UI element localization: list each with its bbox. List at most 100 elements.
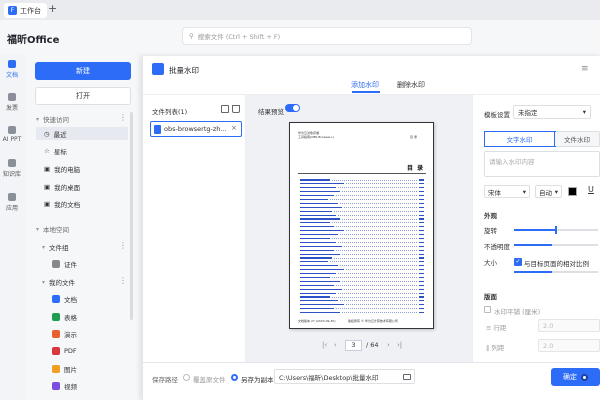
my-files-header[interactable]: ▾ 我的文件 [42, 277, 75, 288]
rail-item-invoice[interactable]: 发票 [0, 93, 24, 112]
watermark-icon [152, 63, 164, 75]
dialog-title: 批量水印 [169, 66, 199, 75]
folder-icon[interactable] [403, 374, 411, 380]
opacity-slider[interactable] [514, 244, 598, 246]
word-icon [52, 295, 60, 303]
sidebar-item-images-type[interactable]: 图片 [52, 364, 77, 374]
clear-list-icon[interactable] [232, 105, 240, 113]
sidebar-item-slides-type[interactable]: 演示 [52, 329, 77, 339]
underline-button[interactable]: U [588, 185, 594, 194]
sidebar-item-my-desktop[interactable]: ▣ 我的桌面 [44, 182, 80, 192]
page-number-input[interactable]: 3 [345, 340, 362, 351]
overwrite-radio[interactable] [183, 374, 190, 381]
preview-toggle[interactable] [285, 104, 300, 112]
more-icon[interactable]: ⋮ [119, 276, 127, 285]
toc-entry [300, 241, 424, 243]
sidebar-item-pdf-type[interactable]: PDF [52, 347, 77, 355]
row-spacing-input[interactable]: 2.0 [538, 319, 600, 332]
sidebar-item-starred[interactable]: ☆ 星标 [44, 146, 67, 156]
toc-entry [300, 265, 424, 267]
computer-icon: ▣ [44, 165, 51, 173]
sidebar-item-docs-type[interactable]: 文档 [52, 294, 77, 304]
brand-title: 福昕Office [7, 35, 60, 46]
tab-label: 工作台 [20, 6, 41, 15]
docs-group-header[interactable]: ▾ 文件组 [42, 242, 69, 253]
local-space-header[interactable]: ▾ 本地空间 [36, 224, 69, 235]
font-size-select[interactable]: 自动 ▾ [535, 185, 562, 198]
new-tab-button[interactable]: + [48, 3, 57, 15]
rail-item-docs[interactable]: 文档 [0, 60, 24, 79]
relative-ratio-checkbox[interactable]: ✓ [514, 258, 522, 266]
sidebar-item-certificates[interactable]: 证件 [52, 259, 77, 269]
watermark-text-input[interactable]: 请输入水印内容 [484, 151, 600, 177]
toc-entry [300, 179, 424, 181]
remove-file-icon[interactable]: × [231, 124, 237, 132]
quick-access-header[interactable]: ▾ 快速访问 [36, 114, 69, 125]
file-watermark-option[interactable]: 文件水印 [555, 132, 599, 146]
more-icon[interactable]: ⋮ [119, 113, 127, 122]
toc-entry [300, 198, 424, 201]
save-path-input[interactable]: C:\Users\福昕\Desktop\批量水印 [274, 369, 415, 384]
video-icon [52, 382, 60, 390]
relative-ratio-label: 与目标页面的相对比例 [524, 260, 589, 268]
toc-entry [300, 304, 424, 306]
col-spacing-input[interactable]: 2.0 [538, 339, 600, 352]
rail-item-knowledge[interactable]: 知识库 [0, 159, 24, 178]
toc-entry [300, 218, 424, 220]
sidebar-item-videos-type[interactable]: 视频 [52, 381, 77, 391]
knowledge-base-icon [8, 159, 16, 167]
ppt-icon [52, 330, 60, 338]
prev-page-button[interactable]: ‹ [334, 341, 337, 349]
toc-entry [300, 249, 424, 251]
toc-entry [300, 273, 424, 275]
text-watermark-option[interactable]: 文字水印 [484, 131, 556, 147]
tab-add-watermark[interactable]: 添加水印 [351, 80, 379, 90]
tile-checkbox[interactable] [484, 306, 491, 313]
template-select[interactable]: 未指定 ▾ [513, 105, 591, 119]
toc-entry [300, 187, 424, 189]
sidebar-item-sheets-type[interactable]: 表格 [52, 312, 77, 322]
new-button[interactable]: 新建 [35, 62, 131, 80]
rail-item-ai-ppt[interactable]: AI PPT [0, 126, 24, 143]
toc-entry [300, 269, 424, 271]
active-tab-indicator [352, 91, 380, 93]
excel-icon [52, 313, 60, 321]
more-icon[interactable]: ⋮ [119, 241, 127, 250]
sidebar-item-my-computer[interactable]: ▣ 我的电脑 [44, 164, 80, 174]
sidebar-item-recent[interactable]: ◷ 最近 [36, 127, 128, 140]
last-page-button[interactable]: ›| [397, 341, 402, 349]
next-page-button[interactable]: › [387, 341, 390, 349]
document-icon [8, 60, 16, 68]
toc-entry [300, 195, 424, 197]
sidebar-item-my-docs[interactable]: ▣ 我的文档 [44, 199, 80, 209]
font-color-swatch[interactable] [568, 187, 577, 196]
toc-entry [300, 257, 424, 259]
open-button[interactable]: 打开 [35, 87, 131, 105]
confirm-button[interactable]: 确定 [551, 368, 600, 386]
toc-entry [300, 230, 424, 232]
toc-entry [300, 226, 424, 228]
toc-entry [300, 183, 424, 185]
scale-slider[interactable] [514, 271, 598, 273]
chevron-down-icon: ▾ [36, 115, 40, 123]
clock-icon: ◷ [44, 129, 50, 138]
slider-handle[interactable] [555, 226, 557, 234]
toc-entry [300, 280, 424, 282]
document-icon [154, 124, 161, 134]
panel-scrollbar[interactable] [130, 112, 133, 320]
file-list-item[interactable]: obs-browsertg-zh... [150, 121, 242, 137]
tile-label: 水印平铺 (厘米) [494, 308, 541, 316]
page-footer-right: 版权所有 © 华为云计算技术有限公司 [348, 319, 398, 323]
menu-icon[interactable]: ≡ [581, 64, 589, 74]
page-header-right: 目 录 [410, 135, 417, 139]
first-page-button[interactable]: |‹ [322, 341, 327, 349]
search-input[interactable]: ⚲ 搜索文件 (Ctrl + Shift + F) [182, 27, 472, 45]
add-file-icon[interactable] [221, 105, 229, 113]
tab-remove-watermark[interactable]: 删除水印 [397, 80, 425, 90]
rail-item-apps[interactable]: 应用 [0, 193, 24, 212]
rotate-slider[interactable] [514, 226, 598, 234]
save-copy-radio[interactable] [231, 374, 238, 381]
font-select[interactable]: 宋体 ▾ [484, 185, 530, 198]
tab-workbench[interactable]: F 工作台 [4, 3, 47, 18]
ai-ppt-icon [8, 126, 16, 134]
